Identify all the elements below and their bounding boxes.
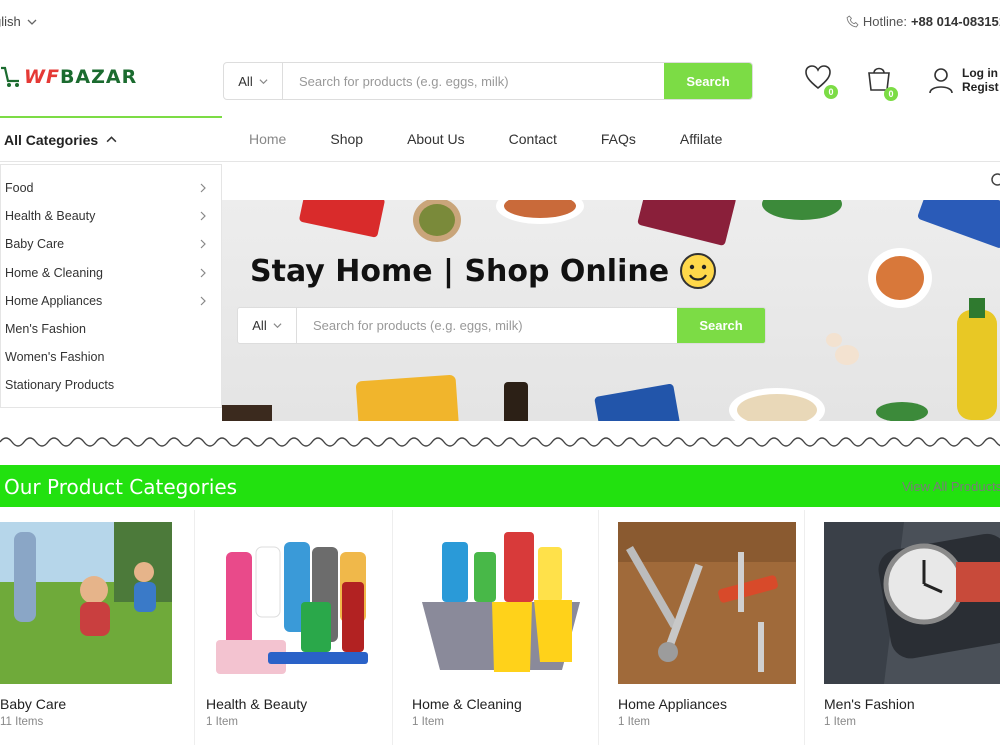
user-icon [929,68,953,94]
category-cards: Baby Care 11 Items Health & Beauty 1 Ite… [0,510,1000,750]
category-image-mens-fashion [824,522,1000,684]
nav-link-contact[interactable]: Contact [487,131,579,147]
header: WFBAZAR All Search 0 0 Log in Regist [0,44,1000,116]
smiley-emoji-icon [680,253,717,289]
hotline-label: Hotline: [862,14,907,29]
register-label: Regist [962,80,999,94]
search-category-select[interactable]: All [224,63,283,99]
side-menu-item-stationary-products[interactable]: Stationary Products [1,371,221,399]
view-all-products-link[interactable]: View All Products [902,479,1000,494]
category-count: 1 Item [412,716,444,728]
category-card-baby-care[interactable]: Baby Care 11 Items [0,510,195,745]
wishlist-button[interactable]: 0 [804,64,838,99]
cart-count-badge: 0 [884,87,898,101]
hero-search-input[interactable] [297,308,677,343]
header-search-button[interactable]: Search [664,63,752,99]
chevron-down-icon [259,78,268,84]
nav-link-home[interactable]: Home [227,131,308,147]
header-search-bar: All Search [223,62,753,100]
nav-link-about-us[interactable]: About Us [385,131,487,147]
category-name: Health & Beauty [206,696,308,712]
login-label: Log in [962,66,998,80]
category-image-home-appliances [618,522,796,684]
side-menu-item-womens-fashion[interactable]: Women's Fashion [1,343,221,371]
nav-link-affiliate[interactable]: Affilate [658,131,745,147]
product-categories-header: Our Product Categories View All Products [0,465,1000,507]
header-search-input[interactable] [283,63,664,99]
category-count: 11 Items [0,716,44,728]
category-name: Home & Cleaning [412,696,522,712]
category-count: 1 Item [206,716,238,728]
side-menu-item-food[interactable]: Food [1,174,221,202]
category-card-home-cleaning[interactable]: Home & Cleaning 1 Item [398,510,599,745]
category-dropdown-menu: Food Health & Beauty Baby Care Home & Cl… [0,164,222,408]
category-image-home-cleaning [412,522,590,684]
sub-bar [222,162,1000,200]
all-categories-toggle[interactable]: All Categories [0,116,222,161]
side-menu-item-health-beauty[interactable]: Health & Beauty [1,202,221,230]
top-bar: glish Hotline: +88 014-083151 [0,0,1000,44]
category-card-health-beauty[interactable]: Health & Beauty 1 Item [192,510,393,745]
chevron-down-icon [273,323,282,329]
language-label: glish [0,14,21,29]
chevron-down-icon [27,19,37,25]
side-menu-item-home-cleaning[interactable]: Home & Cleaning [1,259,221,287]
side-menu-item-baby-care[interactable]: Baby Care [1,230,221,258]
chevron-right-icon [200,268,206,278]
login-register-link[interactable]: Log in Regist [928,66,999,94]
category-card-home-appliances[interactable]: Home Appliances 1 Item [604,510,805,745]
language-selector[interactable]: glish [0,14,37,29]
main-navigation: All Categories Home Shop About Us Contac… [0,116,1000,162]
category-image-baby-care [0,522,172,684]
hero-search-button[interactable]: Search [677,308,765,343]
site-logo[interactable]: WFBAZAR [0,64,137,90]
search-icon[interactable] [990,172,1000,190]
hero-banner: Stay Home | Shop Online All Search [222,200,1000,421]
chevron-up-icon [106,136,117,143]
category-card-mens-fashion[interactable]: Men's Fashion 1 Item [810,510,1000,745]
cart-logo-icon [1,66,19,87]
category-image-health-beauty [206,522,384,684]
side-menu-item-mens-fashion[interactable]: Men's Fashion [1,315,221,343]
category-name: Men's Fashion [824,696,915,712]
chevron-right-icon [200,296,206,306]
section-title: Our Product Categories [4,475,238,499]
hero-search-category-select[interactable]: All [238,308,297,343]
all-categories-label: All Categories [4,131,99,148]
wishlist-count-badge: 0 [824,85,838,99]
category-name: Baby Care [0,696,67,712]
chevron-right-icon [200,240,206,249]
phone-icon [846,15,859,28]
side-menu-item-home-appliances[interactable]: Home Appliances [1,287,221,315]
logo-text: WFBAZAR [24,66,138,88]
category-count: 1 Item [824,716,856,728]
hotline: Hotline: +88 014-083151 [846,14,1000,29]
cart-button[interactable]: 0 [866,64,898,101]
nav-link-faqs[interactable]: FAQs [579,131,658,147]
nav-link-shop[interactable]: Shop [308,131,385,147]
hero-title: Stay Home | Shop Online [250,252,717,290]
hero-search-bar: All Search [237,307,766,344]
wave-divider [0,437,1000,447]
hotline-number[interactable]: +88 014-083151 [911,14,1000,29]
nav-links: Home Shop About Us Contact FAQs Affilate [227,116,744,161]
category-count: 1 Item [618,716,650,728]
category-name: Home Appliances [618,696,727,712]
chevron-right-icon [200,183,206,193]
chevron-right-icon [200,211,206,221]
